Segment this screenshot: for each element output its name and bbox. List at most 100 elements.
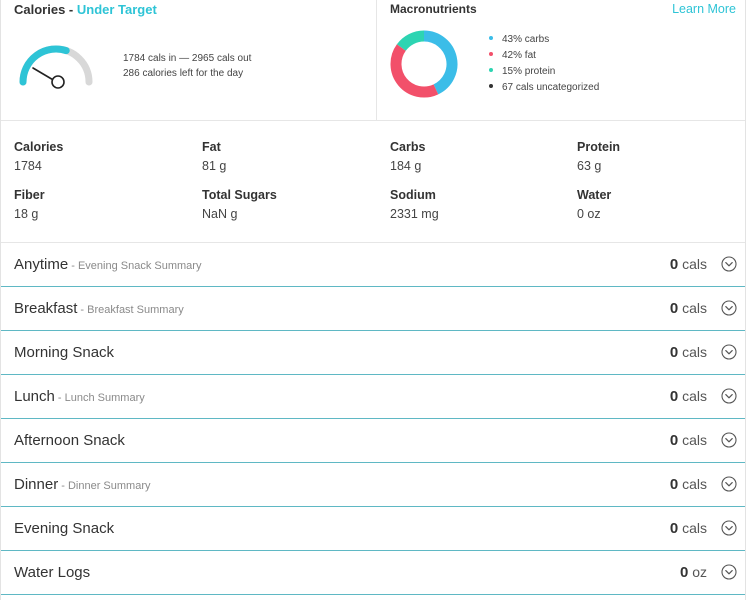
gauge-needle [32,67,56,82]
calories-in-out: 1784 cals in — 2965 cals out [123,53,252,64]
meal-total: 0 cals [670,300,707,317]
macro-legend-item: 67 cals uncategorized [489,80,599,96]
meal-total: 0 cals [670,388,707,405]
meal-total-value: 0 [669,476,679,493]
meal-total: 0 cals [670,520,707,537]
nutrient-value: 1784 [14,159,42,173]
meal-name: Water Logs [14,564,90,581]
meal-total-unit: cals [678,476,707,492]
meal-name-label: Water Logs [14,564,91,581]
chevron-down-icon[interactable] [721,344,737,360]
meal-total-unit: cals [678,520,707,536]
nutrient-value: 63 g [577,159,602,173]
meal-name-label: Dinner [14,476,59,493]
meal-summary-label: - Evening Snack Summary [68,260,202,272]
meal-name: Breakfast - Breakfast Summary [14,300,184,317]
macro-legend: 43% carbs 42% fat 15% protein 67 cals uncat… [489,32,599,96]
calories-title-label: Calories [14,2,66,17]
calories-status: Under Target [76,2,157,17]
nutrient-carbs: Carbs 184 g [390,138,570,176]
meal-total-unit: cals [678,256,707,272]
donut-slice-1 [390,44,439,98]
meal-name: Dinner - Dinner Summary [14,476,150,493]
meal-row-breakfast[interactable]: Breakfast - Breakfast Summary 0 cals [1,287,745,331]
nutrient-calories: Calories 1784 [14,138,194,176]
legend-label: 67 cals uncategorized [502,82,600,93]
meal-total: 0 cals [670,432,707,449]
nutrient-label: Protein [577,140,621,154]
nutrient-label: Total Sugars [202,188,277,202]
meal-name: Evening Snack [14,520,114,537]
chevron-down-icon[interactable] [721,564,737,580]
calories-stats: 1784 cals in — 2965 cals out 286 calorie… [123,51,251,81]
meal-name: Lunch - Lunch Summary [14,388,145,405]
meal-row-dinner[interactable]: Dinner - Dinner Summary 0 cals [1,463,745,507]
meal-name-label: Morning Snack [14,344,115,361]
nutrient-water: Water 0 oz [577,186,746,224]
learn-more-link[interactable]: Learn More [672,2,736,16]
meal-row-evening-snack[interactable]: Evening Snack 0 cals [1,507,745,551]
donut-slice-0 [423,30,458,95]
donut-slice-2 [396,30,425,52]
macronutrients-title: Macronutrients [390,2,477,16]
nutrient-protein: Protein 63 g [577,138,746,176]
meal-total: 0 cals [670,344,707,361]
meal-total-value: 0 [669,520,679,537]
meal-total-unit: cals [678,300,707,316]
legend-dot-icon [489,36,493,41]
nutrient-fiber: Fiber 18 g [14,186,194,224]
legend-dot-icon [489,68,493,73]
meal-list: Anytime - Evening Snack Summary 0 cals Bre… [1,243,745,595]
chevron-down-icon[interactable] [721,432,737,448]
chevron-down-icon[interactable] [721,300,737,316]
macro-legend-item: 43% carbs [489,32,599,48]
gauge-icon [19,45,93,89]
meal-summary-label: - Breakfast Summary [77,304,184,316]
legend-dot-icon [489,52,493,57]
nutrient-label: Carbs [390,140,426,154]
meal-row-lunch[interactable]: Lunch - Lunch Summary 0 cals [1,375,745,419]
meal-row-afternoon-snack[interactable]: Afternoon Snack 0 cals [1,419,745,463]
calories-panel: Calories - Under Target 1784 cals in — 2… [1,0,377,120]
nutrient-label: Calories [14,140,64,154]
meal-name-label: Afternoon Snack [14,432,125,449]
macro-donut-chart [390,30,458,98]
meal-name-label: Breakfast [14,300,78,317]
meal-total-value: 0 [669,344,679,361]
chevron-down-icon[interactable] [721,388,737,404]
meal-summary-label: - Lunch Summary [54,392,145,404]
calories-left: 286 calories left for the day [123,68,244,79]
meal-total: 0 cals [670,256,707,273]
meal-total-unit: cals [678,388,707,404]
meal-row-water-logs[interactable]: Water Logs 0 oz [1,551,745,595]
nutrient-value: NaN g [202,207,238,221]
meal-row-anytime[interactable]: Anytime - Evening Snack Summary 0 cals [1,243,745,287]
legend-dot-icon [489,84,493,89]
meal-name-label: Evening Snack [14,520,115,537]
meal-row-morning-snack[interactable]: Morning Snack 0 cals [1,331,745,375]
chevron-down-icon[interactable] [721,476,737,492]
chevron-down-icon[interactable] [721,520,737,536]
macro-legend-item: 42% fat [489,48,599,64]
meal-name-label: Anytime [14,256,69,273]
meal-total-value: 0 [669,256,679,273]
meal-summary-label: - Dinner Summary [58,480,151,492]
nutrient-value: 2331 mg [390,207,439,221]
meal-name: Afternoon Snack [14,432,125,449]
meal-total-value: 0 [669,388,679,405]
calories-title: Calories - Under Target [14,2,157,17]
gauge-pivot [51,75,65,89]
nutrient-fat: Fat 81 g [202,138,382,176]
calories-title-separator: - [65,2,77,17]
legend-label: 43% carbs [502,34,550,45]
macronutrients-panel: Macronutrients Learn More 43% carbs 42% f… [377,0,745,120]
nutrient-total-sugars: Total Sugars NaN g [202,186,382,224]
macro-legend-item: 15% protein [489,64,599,80]
meal-total-value: 0 [669,300,679,317]
meal-total-unit: oz [688,564,707,580]
meal-total: 0 cals [670,476,707,493]
chevron-down-icon[interactable] [721,256,737,272]
meal-total-unit: cals [678,344,707,360]
nutrient-grid: Calories 1784 Fat 81 g Carbs 184 g Protein 63 g… [1,121,745,243]
nutrient-label: Water [577,188,612,202]
